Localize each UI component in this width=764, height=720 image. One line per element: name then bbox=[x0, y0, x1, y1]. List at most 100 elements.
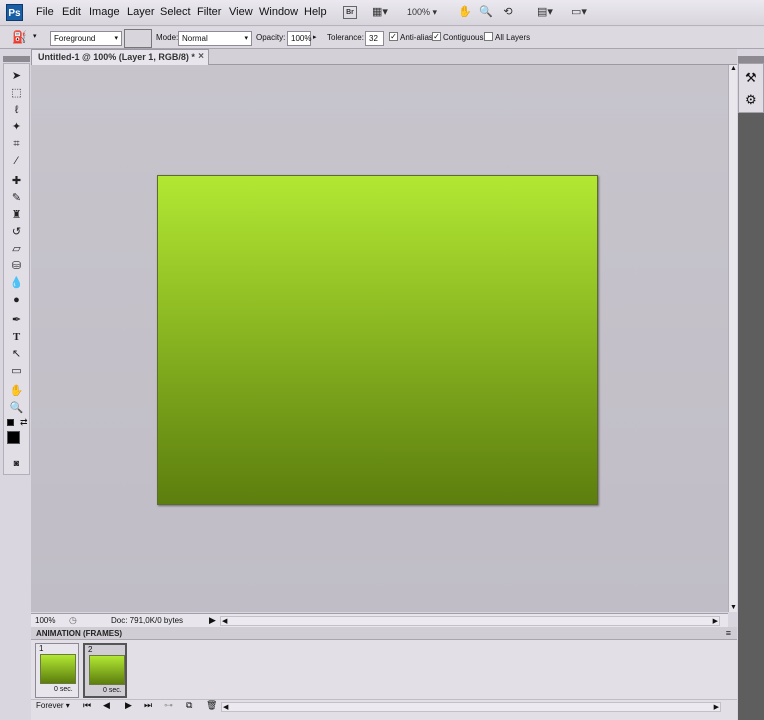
menu-select[interactable]: Select bbox=[160, 6, 191, 18]
all-layers-label: All Layers bbox=[495, 33, 531, 42]
screen-mode-icon[interactable]: ▭▾ bbox=[566, 5, 592, 20]
contiguous-label: Contiguous bbox=[443, 33, 484, 42]
panel-menu-icon[interactable]: ≡ bbox=[726, 627, 731, 640]
menu-view[interactable]: View bbox=[229, 6, 253, 18]
quick-mask-icon[interactable]: ◙ bbox=[7, 456, 26, 471]
document-canvas[interactable] bbox=[157, 175, 598, 505]
marquee-icon[interactable]: ⬚ bbox=[7, 86, 26, 101]
type-icon[interactable]: T bbox=[7, 330, 26, 345]
dodge-icon[interactable]: ● bbox=[7, 293, 26, 308]
menu-file[interactable]: File bbox=[36, 6, 54, 18]
status-zoom[interactable]: 100% bbox=[35, 616, 55, 625]
healing-brush-icon[interactable]: ✚ bbox=[7, 174, 26, 189]
paint-bucket-icon[interactable]: ⛁ bbox=[7, 259, 26, 274]
foreground-color-swatch[interactable] bbox=[7, 431, 20, 444]
hand-icon[interactable]: ✋ bbox=[7, 384, 26, 399]
path-selection-icon[interactable]: ↖ bbox=[7, 347, 26, 362]
loop-select[interactable]: Forever ▾ bbox=[36, 701, 70, 710]
horizontal-scrollbar[interactable]: ◀ ▶ bbox=[220, 616, 720, 626]
magic-wand-icon[interactable]: ✦ bbox=[7, 120, 26, 135]
tools-panel-header[interactable] bbox=[3, 56, 30, 62]
animation-frame-selected[interactable]: 2 0 sec. bbox=[83, 643, 127, 698]
mode-select[interactable]: Normal ▾ bbox=[178, 31, 252, 46]
right-dock bbox=[738, 63, 764, 720]
close-icon[interactable]: × bbox=[198, 50, 204, 64]
frame-delay[interactable]: 0 sec. bbox=[103, 687, 122, 694]
blur-icon[interactable]: 💧 bbox=[7, 276, 26, 291]
animation-controls: Forever ▾ ⏮ ◀ ▶ ⏭ ⊶ ⧉ 🗑 ◀ ▶ bbox=[31, 699, 737, 713]
menu-filter[interactable]: Filter bbox=[197, 6, 221, 18]
scroll-right-icon[interactable]: ▶ bbox=[714, 703, 719, 711]
tween-icon[interactable]: ⊶ bbox=[164, 700, 173, 711]
document-tab[interactable]: Untitled-1 @ 100% (Layer 1, RGB/8) * × bbox=[31, 49, 209, 65]
tool-presets-icon[interactable]: ⚙ bbox=[745, 92, 757, 108]
fill-source-select[interactable]: Foreground ▾ bbox=[50, 31, 122, 46]
play-icon[interactable]: ▶ bbox=[125, 700, 132, 711]
menu-layer[interactable]: Layer bbox=[127, 6, 155, 18]
clone-source-icon[interactable]: ⚒ bbox=[745, 70, 757, 86]
opacity-input[interactable]: 100% bbox=[287, 31, 311, 46]
status-info-icon[interactable]: ◷ bbox=[69, 615, 77, 626]
arrange-documents-icon[interactable]: ▤▾ bbox=[533, 5, 557, 20]
clone-stamp-icon[interactable]: ♜ bbox=[7, 208, 26, 223]
contiguous-checkbox[interactable]: ✓ bbox=[432, 32, 441, 41]
rotate-view-icon[interactable]: ⟲ bbox=[500, 5, 516, 20]
previous-frame-icon[interactable]: ◀ bbox=[103, 700, 110, 711]
tool-preset-chevron-icon[interactable]: ▾ bbox=[33, 32, 37, 40]
delete-frame-icon[interactable]: 🗑 bbox=[206, 700, 217, 711]
menu-edit[interactable]: Edit bbox=[62, 6, 81, 18]
lasso-icon[interactable]: ℓ bbox=[7, 103, 26, 118]
animation-panel-header[interactable]: ANIMATION (FRAMES) ≡ bbox=[31, 627, 737, 640]
shape-icon[interactable]: ▭ bbox=[7, 364, 26, 379]
frame-delay[interactable]: 0 sec. bbox=[54, 686, 73, 693]
loop-value: Forever bbox=[36, 701, 64, 710]
menu-window[interactable]: Window bbox=[259, 6, 298, 18]
tolerance-input[interactable]: 32 bbox=[365, 31, 384, 46]
dock-header[interactable] bbox=[738, 56, 764, 63]
paint-bucket-preset-icon[interactable]: ⛽ bbox=[12, 30, 27, 44]
crop-icon[interactable]: ⌗ bbox=[7, 137, 26, 152]
anti-alias-label: Anti-alias bbox=[400, 33, 433, 42]
scroll-left-icon[interactable]: ◀ bbox=[222, 617, 227, 625]
swap-colors-icon[interactable]: ⇄ bbox=[20, 417, 28, 428]
view-extras-icon[interactable]: ▦▾ bbox=[368, 5, 392, 20]
hand-tool-icon[interactable]: ✋ bbox=[457, 5, 473, 20]
scroll-down-icon[interactable]: ▼ bbox=[730, 604, 737, 611]
first-frame-icon[interactable]: ⏮ bbox=[83, 700, 91, 711]
scroll-left-icon[interactable]: ◀ bbox=[223, 703, 228, 711]
frame-thumbnail bbox=[40, 654, 76, 684]
brush-icon[interactable]: ✎ bbox=[7, 191, 26, 206]
frame-number: 1 bbox=[39, 644, 44, 653]
all-layers-checkbox[interactable] bbox=[484, 32, 493, 41]
zoom-level-dropdown[interactable]: 100% ▾ bbox=[403, 5, 441, 20]
animation-scrollbar[interactable]: ◀ ▶ bbox=[221, 702, 721, 712]
zoom-tool-icon[interactable]: 🔍 bbox=[478, 5, 494, 20]
animation-frame[interactable]: 1 0 sec. bbox=[35, 643, 79, 698]
photoshop-logo: Ps bbox=[6, 4, 23, 21]
vertical-scrollbar[interactable]: ▲ ▼ bbox=[728, 65, 737, 612]
eraser-icon[interactable]: ▱ bbox=[7, 242, 26, 257]
opacity-slider-arrow-icon[interactable]: ▸ bbox=[313, 33, 317, 41]
zoom-level-value: 100% bbox=[406, 7, 430, 17]
zoom-icon[interactable]: 🔍 bbox=[7, 401, 26, 416]
status-bar: 100% ◷ Doc: 791,0K/0 bytes ▶ ◀ ▶ bbox=[31, 613, 728, 627]
pattern-picker[interactable] bbox=[124, 29, 152, 48]
duplicate-frame-icon[interactable]: ⧉ bbox=[186, 700, 192, 711]
menu-help[interactable]: Help bbox=[304, 6, 327, 18]
scroll-right-icon[interactable]: ▶ bbox=[713, 617, 718, 625]
history-brush-icon[interactable]: ↺ bbox=[7, 225, 26, 240]
status-menu-arrow-icon[interactable]: ▶ bbox=[209, 615, 216, 626]
anti-alias-checkbox[interactable]: ✓ bbox=[389, 32, 398, 41]
animation-panel-title: ANIMATION (FRAMES) bbox=[36, 629, 123, 638]
default-colors-icon[interactable] bbox=[7, 419, 14, 426]
mode-value: Normal bbox=[182, 34, 208, 43]
eyedropper-icon[interactable]: ⁄ bbox=[7, 154, 26, 169]
options-bar: ⛽ ▾ Foreground ▾ Mode: Normal ▾ Opacity: 1… bbox=[0, 27, 764, 49]
pen-icon[interactable]: ✒ bbox=[7, 313, 26, 328]
scroll-up-icon[interactable]: ▲ bbox=[730, 65, 737, 72]
bridge-button[interactable]: Br bbox=[343, 6, 357, 19]
menu-bar: Ps File Edit Image Layer Select Filter V… bbox=[0, 0, 764, 26]
move-icon[interactable]: ➤ bbox=[7, 69, 26, 84]
next-frame-icon[interactable]: ⏭ bbox=[144, 700, 152, 711]
menu-image[interactable]: Image bbox=[89, 6, 120, 18]
